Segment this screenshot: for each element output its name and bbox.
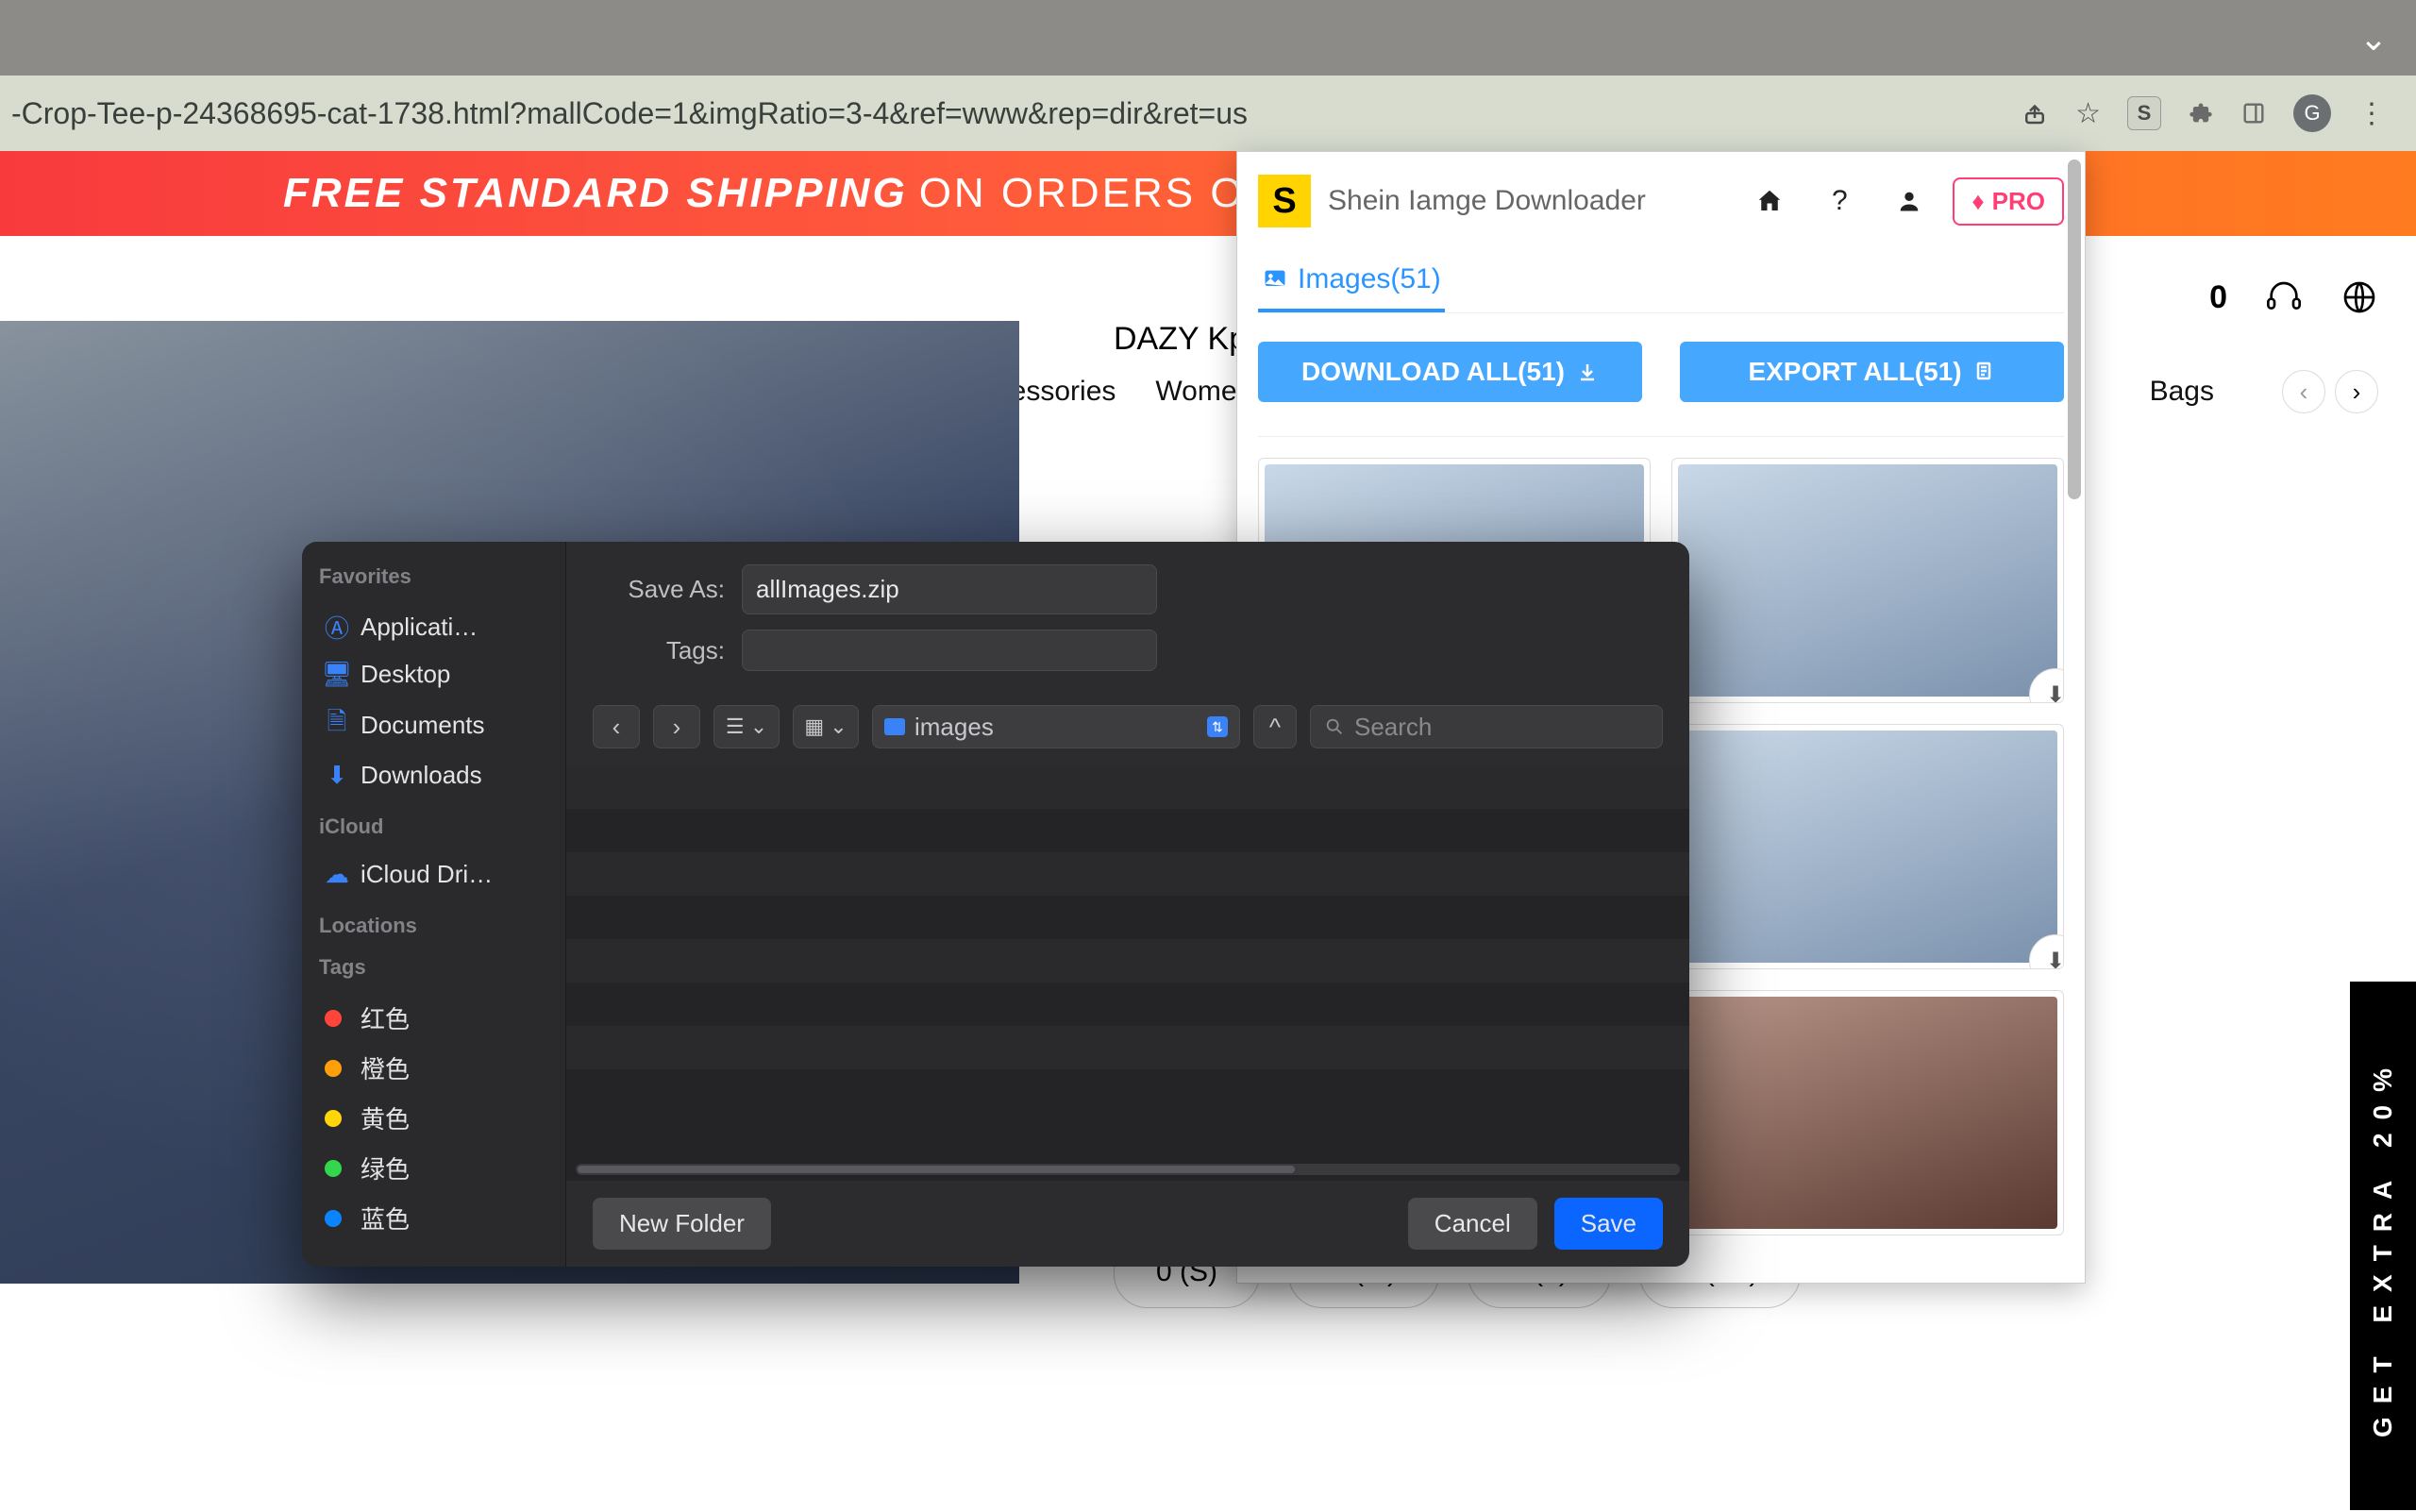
pro-button[interactable]: ♦ PRO: [1953, 177, 2064, 226]
thumbnail[interactable]: ⬇: [1671, 458, 2064, 703]
extra-discount-flag[interactable]: GET EXTRA 20%: [2350, 982, 2416, 1510]
profile-avatar[interactable]: G: [2293, 94, 2331, 132]
save-dialog-toolbar: ‹ › ☰ ⌄ ▦ ⌄ images ⇅ ^ Search: [566, 692, 1689, 762]
save-as-input[interactable]: [742, 564, 1157, 614]
sidebar-heading: Favorites: [319, 564, 548, 589]
globe-icon[interactable]: [2340, 278, 2378, 316]
nav-item[interactable]: Bags: [2150, 376, 2214, 408]
sidebar-item-downloads[interactable]: ⬇Downloads: [319, 753, 548, 798]
view-list-button[interactable]: ☰ ⌄: [713, 705, 780, 748]
location-text: images: [914, 713, 994, 742]
tag-dot-icon: [325, 1060, 342, 1077]
tag-dot-icon: [325, 1210, 342, 1227]
tag-dot-icon: [325, 1110, 342, 1127]
home-icon[interactable]: [1751, 182, 1788, 220]
star-icon[interactable]: ☆: [2075, 97, 2101, 130]
address-bar: -Crop-Tee-p-24368695-cat-1738.html?mallC…: [0, 76, 2416, 151]
sidebar-tag[interactable]: 绿色: [319, 1143, 548, 1193]
folder-icon: [884, 718, 905, 735]
export-all-button[interactable]: EXPORT ALL(51): [1680, 342, 2064, 402]
tag-dot-icon: [325, 1160, 342, 1177]
sidebar-tag[interactable]: 黄色: [319, 1093, 548, 1143]
share-icon[interactable]: [2021, 99, 2049, 127]
sidebar-item-icloud[interactable]: ☁iCloud Dri…: [319, 852, 548, 897]
sidebar-heading: iCloud: [319, 815, 548, 839]
tag-dot-icon: [325, 1010, 342, 1027]
extension-title: Shein Iamge Downloader: [1328, 185, 1646, 217]
diamond-icon: ♦: [1971, 187, 1984, 216]
scrollbar-thumb[interactable]: [2068, 160, 2081, 499]
app-icon: Ⓐ: [325, 610, 349, 645]
desktop-icon: 🖥: [325, 660, 349, 689]
thumbnail[interactable]: [1671, 990, 2064, 1235]
search-placeholder: Search: [1354, 713, 1432, 742]
documents-icon: 🗎: [325, 704, 349, 746]
tags-label: Tags:: [593, 636, 725, 665]
sidebar-item-documents[interactable]: 🗎Documents: [319, 697, 548, 753]
tab-images[interactable]: Images(51): [1258, 250, 1445, 312]
window-titlebar: ⌄: [0, 0, 2416, 76]
download-all-button[interactable]: DOWNLOAD ALL(51): [1258, 342, 1642, 402]
puzzle-icon[interactable]: [2188, 100, 2214, 126]
nav-scroll-right-icon[interactable]: ›: [2335, 370, 2378, 413]
nav-scroll-left-icon[interactable]: ‹: [2282, 370, 2325, 413]
collapse-button[interactable]: ^: [1253, 705, 1297, 748]
extension-badge[interactable]: S: [2127, 96, 2161, 130]
scrollbar-thumb[interactable]: [578, 1166, 1295, 1173]
save-button[interactable]: Save: [1554, 1198, 1663, 1250]
thumbnail[interactable]: ⬇: [1671, 724, 2064, 969]
extension-logo: S: [1258, 175, 1311, 227]
sidebar-tag[interactable]: 红色: [319, 993, 548, 1043]
sidebar-item-desktop[interactable]: 🖥Desktop: [319, 652, 548, 697]
view-icons-button[interactable]: ▦ ⌄: [793, 705, 859, 748]
support-icon[interactable]: [2265, 278, 2303, 316]
save-as-label: Save As:: [593, 575, 725, 604]
sidebar-heading: Locations: [319, 914, 548, 938]
url-text[interactable]: -Crop-Tee-p-24368695-cat-1738.html?mallC…: [11, 96, 2021, 131]
user-icon[interactable]: [1890, 182, 1928, 220]
promo-bold: FREE STANDARD SHIPPING: [283, 170, 908, 217]
chevron-updown-icon: ⇅: [1207, 716, 1228, 737]
sidebar-heading: Tags: [319, 955, 548, 980]
new-folder-button[interactable]: New Folder: [593, 1198, 771, 1250]
window-icon[interactable]: [2240, 100, 2267, 126]
downloads-icon: ⬇: [325, 761, 349, 790]
kebab-menu-icon[interactable]: ⋮: [2357, 97, 2386, 130]
sidebar-tag[interactable]: 蓝色: [319, 1193, 548, 1243]
help-icon[interactable]: ?: [1820, 182, 1858, 220]
sidebar-tag[interactable]: 橙色: [319, 1043, 548, 1093]
nav-forward-button[interactable]: ›: [653, 705, 700, 748]
chevron-down-icon[interactable]: ⌄: [2359, 19, 2388, 59]
cancel-button[interactable]: Cancel: [1408, 1198, 1537, 1250]
cloud-icon: ☁: [325, 860, 349, 889]
tags-input[interactable]: [742, 630, 1157, 671]
horizontal-scrollbar[interactable]: [576, 1164, 1680, 1175]
save-dialog: Favorites ⒶApplicati… 🖥Desktop 🗎Document…: [302, 542, 1689, 1267]
cart-count: 0: [2209, 279, 2227, 316]
sidebar-item-applications[interactable]: ⒶApplicati…: [319, 602, 548, 652]
nav-back-button[interactable]: ‹: [593, 705, 640, 748]
location-selector[interactable]: images ⇅: [872, 705, 1240, 748]
file-list[interactable]: [566, 765, 1689, 1181]
save-dialog-sidebar: Favorites ⒶApplicati… 🖥Desktop 🗎Document…: [302, 542, 566, 1267]
search-input[interactable]: Search: [1310, 705, 1663, 748]
